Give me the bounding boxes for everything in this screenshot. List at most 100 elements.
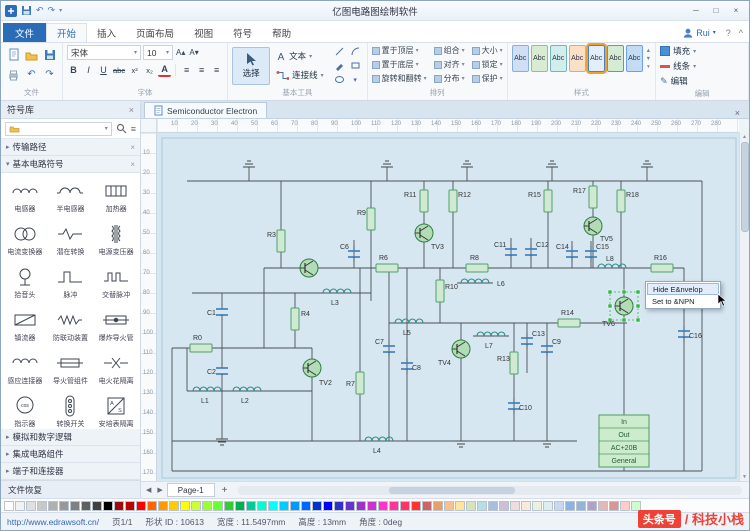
- cap-C9[interactable]: C9: [541, 339, 561, 357]
- palette-color-42[interactable]: [466, 500, 476, 511]
- style-tile-2[interactable]: Abc: [549, 45, 567, 72]
- gndup-46[interactable]: [546, 160, 558, 168]
- res-R18[interactable]: R18: [616, 189, 639, 213]
- font-color-button[interactable]: A: [158, 63, 172, 77]
- gnd-49[interactable]: [455, 440, 467, 448]
- website-link[interactable]: http://www.edrawsoft.cn/: [7, 517, 99, 527]
- palette-color-33[interactable]: [367, 500, 377, 511]
- arrange-button-0[interactable]: 置于顶层 ▾: [371, 45, 427, 56]
- symbol-item-4[interactable]: 潜在转换: [48, 218, 94, 261]
- palette-color-32[interactable]: [356, 500, 366, 511]
- tab-help[interactable]: 帮助: [262, 23, 301, 42]
- tab-page-layout[interactable]: 页面布局: [126, 23, 184, 42]
- palette-color-47[interactable]: [521, 500, 531, 511]
- file-recovery-panel[interactable]: 文件恢复: [1, 480, 140, 498]
- collapse-ribbon-icon[interactable]: ^: [735, 23, 747, 42]
- tab-home[interactable]: 开始: [46, 23, 88, 42]
- res-R10[interactable]: R10: [435, 279, 458, 303]
- sidebar-section-ic-components[interactable]: ▸ 集成电路组件: [1, 446, 140, 463]
- ellipse-tool-icon[interactable]: [332, 73, 347, 86]
- palette-color-14[interactable]: [158, 500, 168, 511]
- palette-color-6[interactable]: [70, 500, 80, 511]
- user-account[interactable]: Rui ▾: [677, 23, 722, 42]
- palette-color-49[interactable]: [543, 500, 553, 511]
- italic-button[interactable]: I: [82, 63, 95, 77]
- search-icon[interactable]: [116, 123, 127, 134]
- save-icon[interactable]: [21, 5, 32, 16]
- res-R16[interactable]: R16: [650, 255, 674, 273]
- palette-color-22[interactable]: [246, 500, 256, 511]
- scroll-down-icon[interactable]: ▼: [742, 474, 747, 480]
- vertical-scrollbar[interactable]: ▲ ▼: [739, 133, 749, 481]
- palette-color-48[interactable]: [532, 500, 542, 511]
- bold-button[interactable]: B: [67, 63, 80, 77]
- page-tab[interactable]: Page-1: [166, 483, 215, 497]
- palette-color-17[interactable]: [191, 500, 201, 511]
- palette-color-36[interactable]: [400, 500, 410, 511]
- print-button[interactable]: [5, 65, 22, 84]
- palette-color-4[interactable]: [48, 500, 58, 511]
- close-icon[interactable]: ×: [130, 143, 135, 152]
- cap-C10[interactable]: C10: [508, 398, 532, 414]
- symbol-item-2[interactable]: 加热器: [93, 175, 139, 218]
- palette-color-30[interactable]: [334, 500, 344, 511]
- arrange-button-5[interactable]: 锁定 ▾: [471, 59, 503, 70]
- arrange-button-2[interactable]: 大小 ▾: [471, 45, 503, 56]
- sidebar-section-analog-digital-logic[interactable]: ▸ 模拟和数字逻辑: [1, 429, 140, 446]
- palette-color-34[interactable]: [378, 500, 388, 511]
- redo-button[interactable]: ↷: [41, 65, 58, 84]
- palette-color-38[interactable]: [422, 500, 432, 511]
- text-tool-button[interactable]: A 文本 ▾: [273, 48, 327, 64]
- cap-C1[interactable]: C1: [207, 304, 228, 320]
- palette-color-28[interactable]: [312, 500, 322, 511]
- close-icon[interactable]: ×: [129, 105, 134, 115]
- menu-item-hide-envelop[interactable]: Hide E&nvelop: [647, 283, 719, 295]
- minimize-button[interactable]: ─: [687, 4, 705, 18]
- connector-tool-button[interactable]: 连接线 ▾: [273, 67, 327, 83]
- shrink-font-button[interactable]: A▾: [188, 48, 199, 57]
- scroll-up-icon[interactable]: ▲: [742, 134, 747, 140]
- edit-button[interactable]: ✎ 编辑: [660, 75, 744, 87]
- tab-file[interactable]: 文件: [3, 23, 47, 42]
- font-family-select[interactable]: 宋体 ▾: [67, 45, 141, 60]
- arrange-button-8[interactable]: 保护 ▾: [471, 73, 503, 84]
- palette-color-46[interactable]: [510, 500, 520, 511]
- gndup-43[interactable]: [243, 160, 255, 168]
- palette-color-23[interactable]: [257, 500, 267, 511]
- palette-color-9[interactable]: [103, 500, 113, 511]
- palette-color-54[interactable]: [598, 500, 608, 511]
- palette-color-5[interactable]: [59, 500, 69, 511]
- vertical-scroll-thumb[interactable]: [740, 142, 749, 232]
- more-tools-icon[interactable]: ▾: [348, 73, 363, 86]
- palette-color-8[interactable]: [92, 500, 102, 511]
- sidebar-section-basic-circuit-symbols[interactable]: ▾ 基本电路符号 ×: [1, 156, 140, 173]
- cap-C7[interactable]: C7: [375, 339, 395, 357]
- res-R12[interactable]: R12: [448, 189, 471, 213]
- rectangle-tool-icon[interactable]: [348, 59, 363, 72]
- cap-C14[interactable]: C14: [556, 244, 578, 262]
- arc-tool-icon[interactable]: [348, 45, 363, 58]
- palette-color-13[interactable]: [147, 500, 157, 511]
- palette-color-18[interactable]: [202, 500, 212, 511]
- symbol-item-15[interactable]: cos 指示器: [2, 390, 48, 429]
- chevron-down-icon[interactable]: ▾: [59, 8, 62, 14]
- menu-item-set-to-npn[interactable]: Set to &NPN: [647, 295, 719, 307]
- previous-page-icon[interactable]: ◀: [144, 486, 153, 494]
- palette-color-35[interactable]: [389, 500, 399, 511]
- symbol-item-6[interactable]: 拾音头: [2, 261, 48, 304]
- help-icon[interactable]: ?: [722, 23, 735, 42]
- horizontal-scroll-thumb[interactable]: [389, 486, 516, 494]
- library-select[interactable]: ▾: [5, 121, 112, 136]
- palette-color-45[interactable]: [499, 500, 509, 511]
- fill-button[interactable]: 填充 ▾: [660, 45, 744, 57]
- ind-L5[interactable]: L5: [394, 318, 424, 337]
- symbol-item-1[interactable]: 半电感器: [48, 175, 94, 218]
- palette-color-53[interactable]: [587, 500, 597, 511]
- style-scroll-up-icon[interactable]: ▲: [646, 48, 651, 54]
- close-icon[interactable]: ×: [729, 108, 746, 118]
- palette-color-55[interactable]: [609, 500, 619, 511]
- cap-C12[interactable]: C12: [525, 242, 549, 260]
- symbol-item-3[interactable]: 电流变换器: [2, 218, 48, 261]
- pencil-tool-icon[interactable]: [332, 59, 347, 72]
- palette-color-44[interactable]: [488, 500, 498, 511]
